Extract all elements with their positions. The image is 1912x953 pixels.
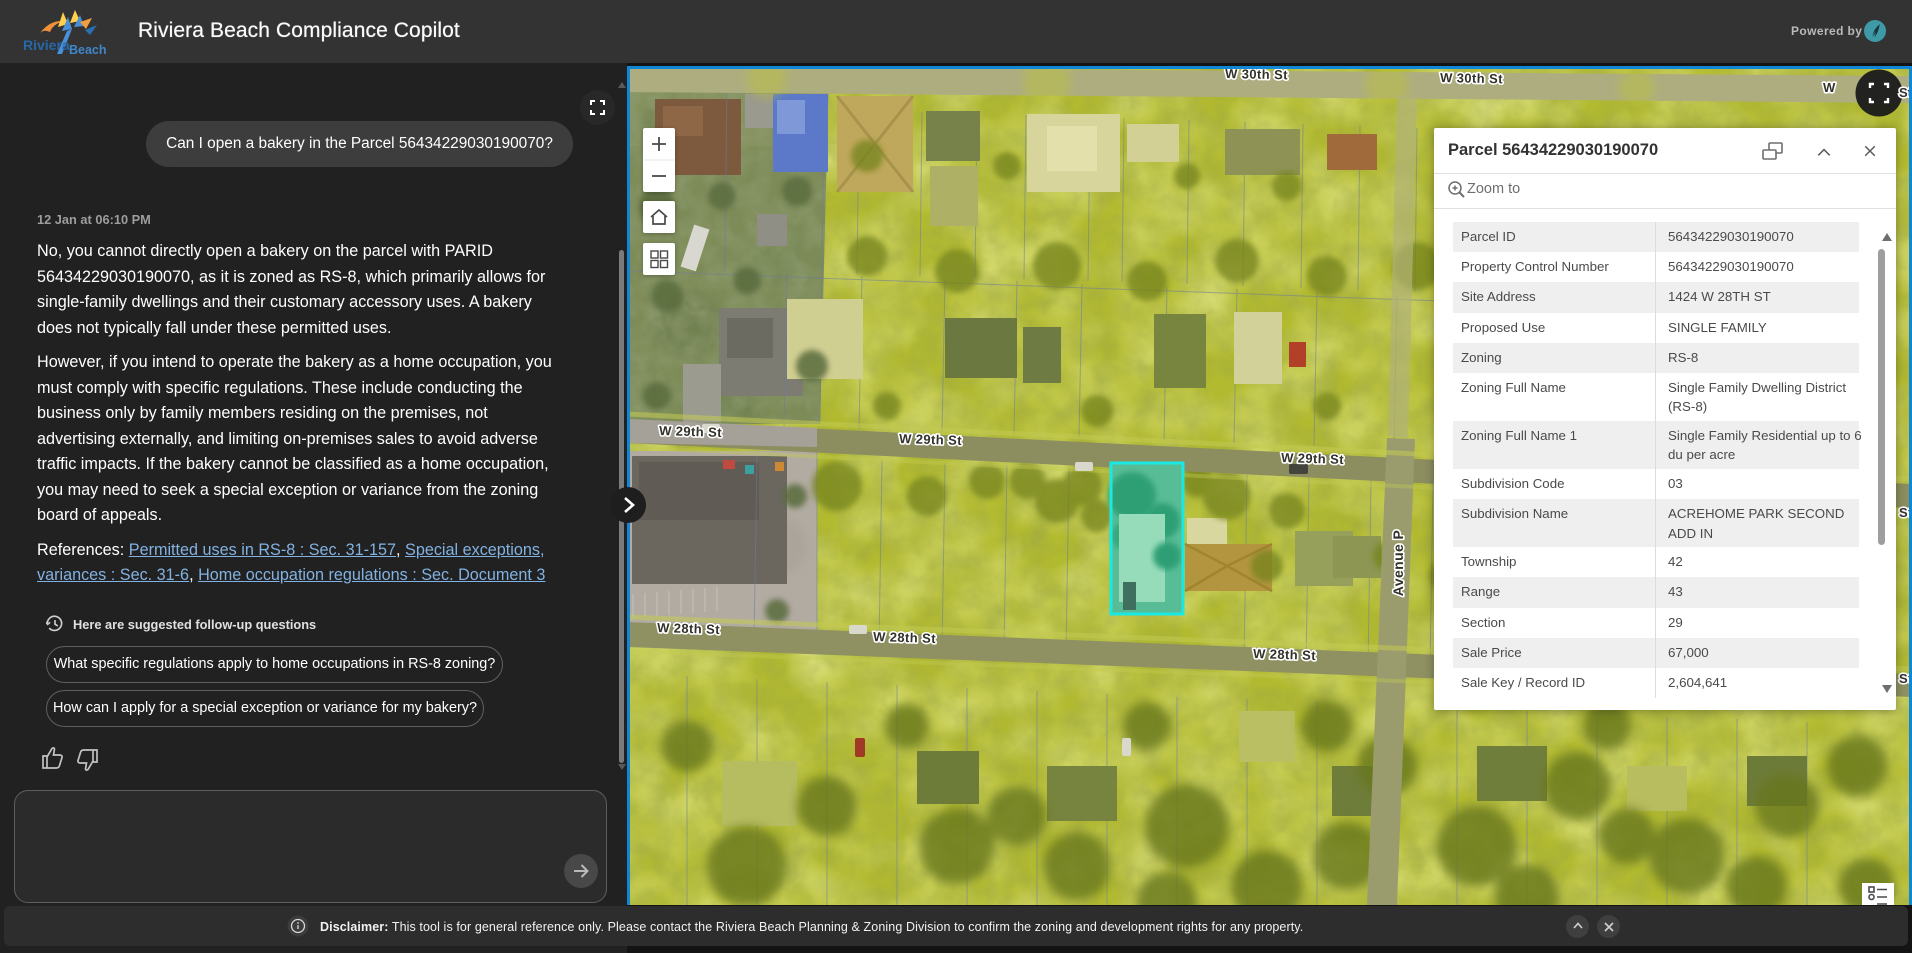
svg-text:W 28th St: W 28th St <box>873 629 937 646</box>
svg-text:W: W <box>1823 80 1836 95</box>
svg-text:Beach: Beach <box>69 43 107 56</box>
svg-text:Riviera: Riviera <box>23 37 70 53</box>
svg-text:W 30th St: W 30th St <box>1440 70 1503 86</box>
svg-text:W 29th St: W 29th St <box>659 423 723 440</box>
svg-text:W 28th St: W 28th St <box>657 620 721 637</box>
svg-text:W 28th St: W 28th St <box>1253 646 1317 663</box>
svg-text:Avenue P: Avenue P <box>1390 530 1406 596</box>
svg-text:W 29th St: W 29th St <box>899 431 963 448</box>
svg-text:W 29th St: W 29th St <box>1281 450 1345 467</box>
